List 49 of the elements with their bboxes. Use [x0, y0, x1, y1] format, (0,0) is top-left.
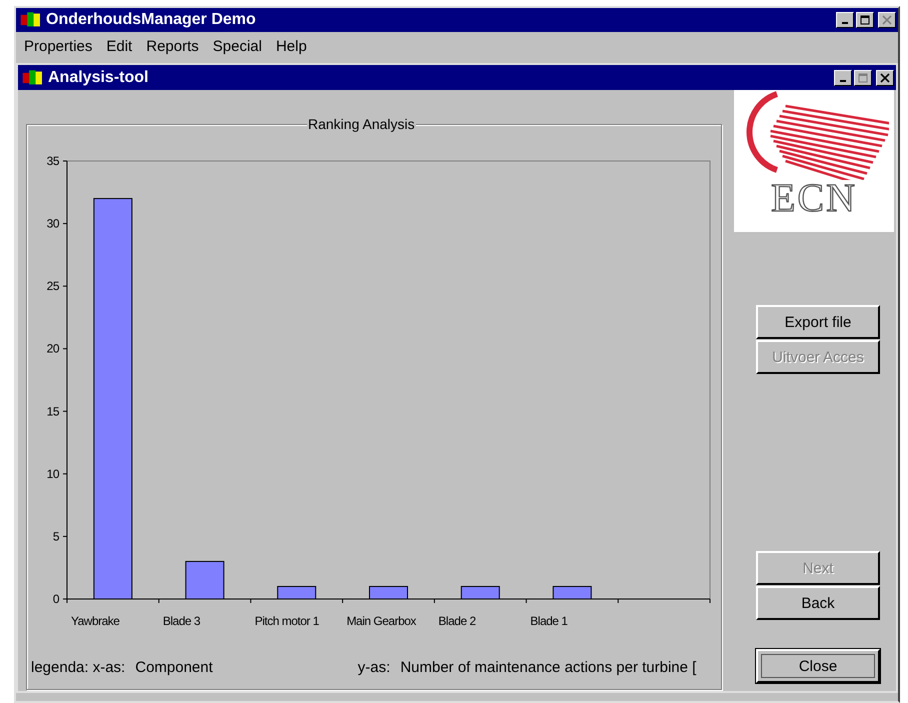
close-icon: [880, 72, 890, 82]
maximize-icon: [858, 72, 868, 82]
panel-title: Ranking Analysis: [307, 116, 416, 132]
category-label: Main Gearbox: [346, 614, 416, 628]
minimize-icon: [842, 22, 848, 24]
axis-tick-label: 10: [46, 466, 59, 481]
category-label: Blade 2: [438, 614, 476, 628]
action-button[interactable]: Export file: [756, 305, 880, 339]
close-dialog-button[interactable]: Close: [756, 649, 880, 683]
legend-value: Component: [135, 659, 213, 676]
close-icon: [882, 15, 892, 25]
menu-item[interactable]: Help: [276, 38, 307, 54]
maximize-icon: [860, 15, 870, 25]
bar: [369, 586, 408, 600]
close-button[interactable]: [878, 12, 896, 28]
back-button[interactable]: Back: [756, 586, 880, 620]
legend-label: y-as:: [358, 659, 390, 676]
axis-tick-label: 25: [46, 279, 59, 294]
bar: [277, 586, 316, 600]
minimize-icon: [840, 80, 846, 82]
window-title: OnderhoudsManager Demo: [46, 11, 256, 29]
bar: [552, 586, 592, 600]
bar: [185, 560, 224, 600]
axis-tick-label: 0: [52, 592, 59, 606]
legend-label: legenda: x-as:: [31, 659, 126, 676]
axis-tick-label: 5: [52, 529, 59, 544]
category-label: Pitch motor 1: [254, 614, 319, 628]
logo-text: ECN: [771, 176, 857, 220]
menu-item[interactable]: Reports: [146, 38, 199, 54]
axis-tick-label: 30: [46, 216, 59, 231]
menu-item[interactable]: Properties: [24, 38, 92, 54]
legend-value: Number of maintenance actions per turbine [: [400, 659, 696, 676]
app-icon: [20, 11, 42, 29]
category-label: Blade 3: [162, 614, 200, 628]
bar: [460, 586, 500, 600]
category-label: Yawbrake: [71, 614, 120, 628]
axis-tick-label: 20: [46, 342, 59, 356]
axis-tick-label: 15: [46, 404, 59, 418]
minimize-button[interactable]: [836, 12, 854, 28]
minimize-button[interactable]: [834, 70, 852, 86]
app-icon: [22, 68, 44, 86]
menu-item[interactable]: Special: [212, 38, 262, 54]
maximize-button[interactable]: [856, 12, 874, 28]
window-title: Analysis-tool: [48, 68, 148, 86]
maximize-button[interactable]: [854, 70, 872, 86]
menu-item[interactable]: Edit: [106, 38, 132, 54]
axis-tick-label: 35: [46, 154, 59, 168]
category-label: Blade 1: [530, 614, 568, 628]
close-button[interactable]: [876, 70, 894, 86]
